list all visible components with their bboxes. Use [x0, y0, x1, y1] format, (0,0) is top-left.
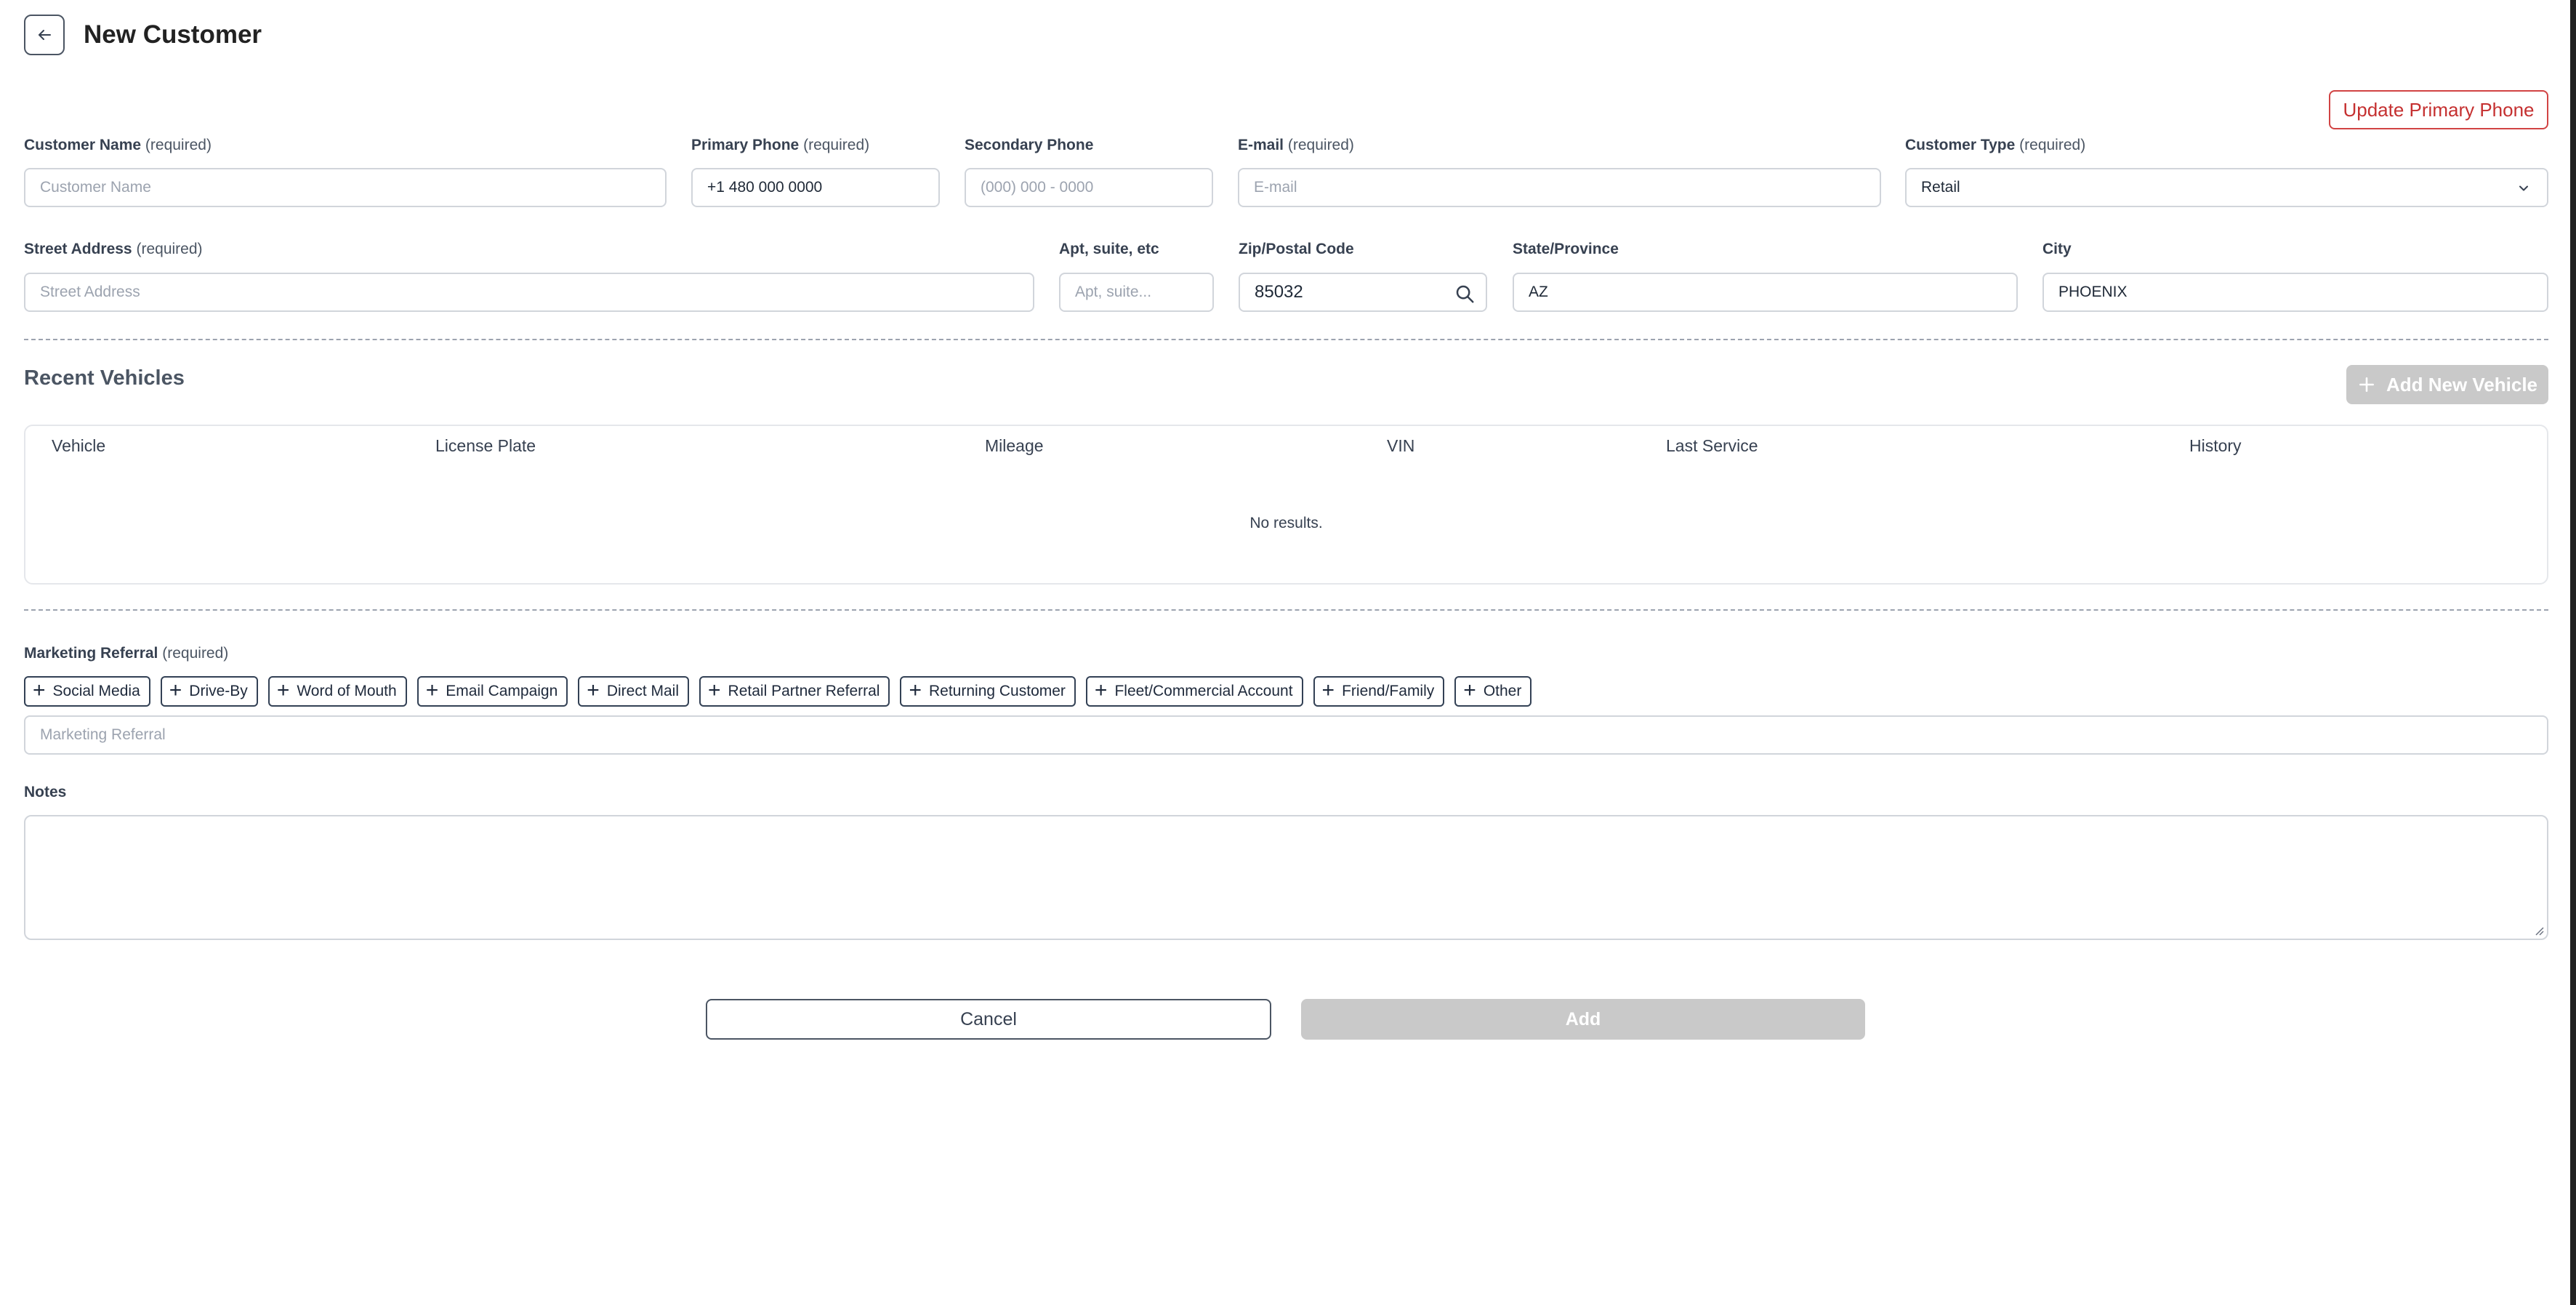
chip-drive-by[interactable]: + Drive-By: [160, 676, 258, 707]
marketing-referral-chips: + Social Media + Drive-By + Word of Mouth +…: [24, 676, 1532, 707]
column-header-last-service[interactable]: Last Service: [1666, 436, 1758, 456]
window-edge: [2570, 0, 2576, 1305]
column-header-license-plate[interactable]: License Plate: [435, 436, 536, 456]
chip-label: Direct Mail: [606, 683, 680, 699]
chip-label: Friend/Family: [1342, 683, 1435, 699]
chip-label: Fleet/Commercial Account: [1114, 683, 1293, 699]
column-header-history[interactable]: History: [2189, 436, 2242, 456]
city-input[interactable]: PHOENIX: [2042, 273, 2548, 312]
chip-email-campaign[interactable]: + Email Campaign: [416, 676, 568, 707]
chip-label: Social Media: [52, 683, 140, 699]
vehicles-table: Vehicle License Plate Mileage VIN Last S…: [24, 425, 2548, 585]
recent-vehicles-title: Recent Vehicles: [24, 366, 185, 390]
notes-textarea[interactable]: [24, 815, 2548, 940]
column-header-mileage[interactable]: Mileage: [985, 436, 1044, 456]
chip-social-media[interactable]: + Social Media: [24, 676, 150, 707]
state-label: State/Province: [1513, 241, 1619, 257]
chip-label: Word of Mouth: [297, 683, 397, 699]
apt-label: Apt, suite, etc: [1059, 241, 1159, 257]
primary-phone-input[interactable]: +1 480 000 0000: [691, 168, 940, 207]
customer-name-label: Customer Name (required): [24, 137, 212, 153]
plus-icon: +: [33, 678, 46, 702]
search-icon[interactable]: [1454, 283, 1476, 305]
customer-name-input[interactable]: Customer Name: [24, 168, 667, 207]
chip-friend-family[interactable]: + Friend/Family: [1313, 676, 1445, 707]
plus-icon: +: [169, 678, 182, 702]
add-new-vehicle-button[interactable]: Add New Vehicle: [2346, 365, 2548, 404]
customer-type-select[interactable]: Retail: [1905, 168, 2548, 207]
add-new-vehicle-label: Add New Vehicle: [2386, 373, 2538, 395]
chip-other[interactable]: + Other: [1454, 676, 1532, 707]
zip-label: Zip/Postal Code: [1239, 241, 1354, 257]
customer-type-value: Retail: [1921, 179, 1960, 196]
chip-label: Email Campaign: [446, 683, 558, 699]
marketing-referral-input[interactable]: Marketing Referral: [24, 715, 2548, 755]
cancel-button[interactable]: Cancel: [706, 999, 1271, 1040]
plus-icon: +: [276, 678, 290, 702]
plus-icon: +: [1094, 678, 1108, 702]
street-address-input[interactable]: Street Address: [24, 273, 1034, 312]
empty-state-text: No results.: [1249, 515, 1323, 531]
add-button[interactable]: Add: [1301, 999, 1865, 1040]
notes-label: Notes: [24, 784, 67, 800]
chevron-down-icon: [2519, 185, 2528, 191]
column-header-vehicle[interactable]: Vehicle: [52, 436, 105, 456]
secondary-phone-label: Secondary Phone: [965, 137, 1094, 153]
chip-label: Drive-By: [189, 683, 248, 699]
apt-input[interactable]: Apt, suite...: [1059, 273, 1214, 312]
resize-handle-icon[interactable]: [2534, 925, 2544, 936]
update-primary-phone-button[interactable]: Update Primary Phone: [2329, 90, 2548, 129]
chip-label: Retail Partner Referral: [728, 683, 880, 699]
plus-icon: +: [1463, 678, 1476, 702]
state-input[interactable]: AZ: [1513, 273, 2018, 312]
customer-type-label: Customer Type (required): [1905, 137, 2086, 153]
secondary-phone-input[interactable]: (000) 000 - 0000: [965, 168, 1213, 207]
plus-icon: +: [425, 678, 439, 702]
chip-label: Other: [1483, 683, 1522, 699]
plus-icon: +: [708, 678, 721, 702]
email-label: E-mail (required): [1238, 137, 1354, 153]
plus-icon: +: [1321, 678, 1335, 702]
chip-retail-partner-referral[interactable]: + Retail Partner Referral: [699, 676, 890, 707]
plus-icon: +: [587, 678, 600, 702]
back-button[interactable]: [24, 15, 65, 55]
chip-returning-customer[interactable]: + Returning Customer: [900, 676, 1076, 707]
email-input[interactable]: E-mail: [1238, 168, 1881, 207]
section-divider: [24, 339, 2548, 340]
zip-input[interactable]: 85032: [1239, 273, 1487, 312]
column-header-vin[interactable]: VIN: [1387, 436, 1414, 456]
plus-icon: [2359, 377, 2374, 392]
plus-icon: +: [909, 678, 922, 702]
page-header: New Customer: [24, 15, 262, 55]
arrow-left-icon: [39, 30, 51, 40]
chip-word-of-mouth[interactable]: + Word of Mouth: [267, 676, 407, 707]
primary-phone-label: Primary Phone (required): [691, 137, 870, 153]
chip-direct-mail[interactable]: + Direct Mail: [578, 676, 690, 707]
chip-fleet-commercial-account[interactable]: + Fleet/Commercial Account: [1085, 676, 1303, 707]
zip-value: 85032: [1255, 282, 1303, 302]
street-address-label: Street Address (required): [24, 241, 203, 257]
page-title: New Customer: [84, 20, 262, 49]
section-divider: [24, 609, 2548, 611]
marketing-referral-label: Marketing Referral (required): [24, 645, 229, 662]
chip-label: Returning Customer: [929, 683, 1066, 699]
city-label: City: [2042, 241, 2072, 257]
